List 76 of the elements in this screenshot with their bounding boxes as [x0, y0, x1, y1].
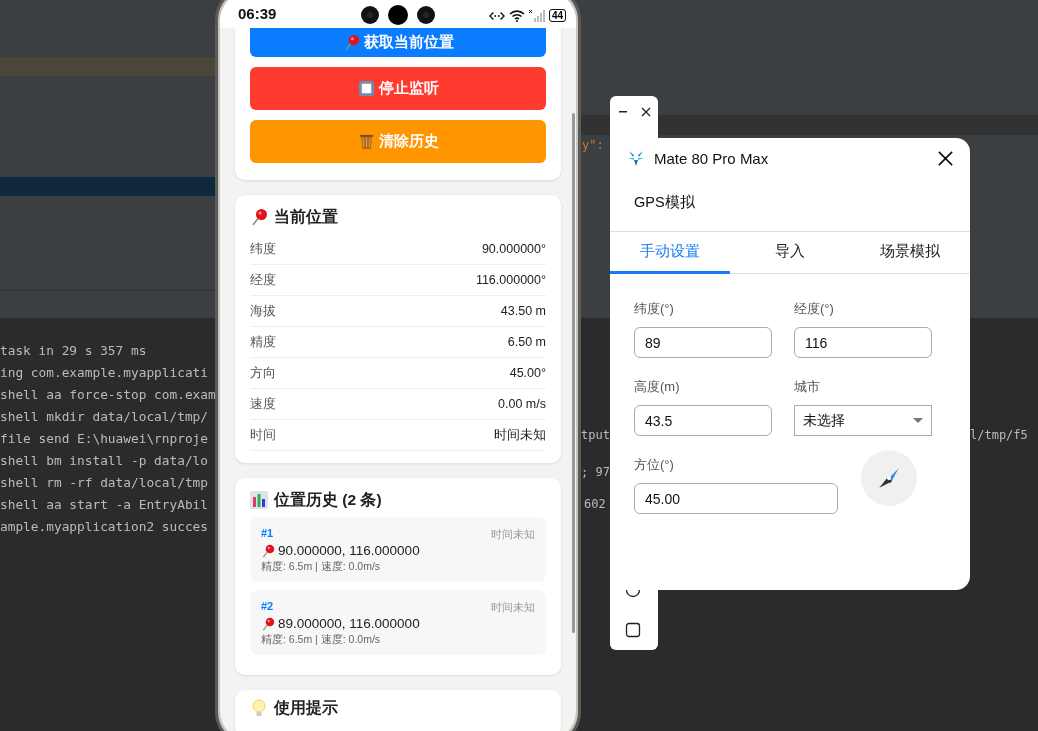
minimize-icon[interactable] — [619, 111, 627, 113]
info-value: 45.00° — [509, 366, 546, 380]
console-line: shell bm install -p data/lo — [0, 452, 209, 470]
square-icon[interactable] — [625, 622, 641, 638]
code-text: y": — [582, 138, 604, 152]
info-value: 6.50 m — [507, 335, 546, 349]
app-logo-icon — [626, 148, 646, 168]
history-coordinates: 90.000000, 116.000000 — [278, 543, 420, 558]
pin-icon — [261, 616, 275, 631]
info-label: 方向 — [250, 364, 276, 382]
city-dropdown[interactable]: 未选择 — [794, 405, 932, 436]
input-field[interactable]: 116 — [794, 327, 932, 358]
caret-icon — [913, 418, 923, 423]
action-button[interactable]: 停止监听 — [250, 67, 546, 110]
info-label: 精度 — [250, 333, 276, 351]
console-line: task in 29 s 357 ms — [0, 342, 147, 360]
bar-chart-icon — [250, 491, 268, 509]
console-line: ; 97 — [581, 465, 610, 479]
signal-icon — [528, 9, 545, 22]
field-label: 城市 — [794, 378, 821, 396]
battery-level: 44 — [548, 9, 566, 22]
close-icon[interactable] — [937, 149, 954, 167]
trash-icon — [357, 133, 375, 150]
field-label: 经度(°) — [794, 300, 835, 318]
info-label: 纬度 — [250, 240, 276, 258]
console-line: ing com.example.myapplicati — [0, 364, 209, 382]
console-line: shell rm -rf data/local/tmp — [0, 474, 209, 492]
console-line: shell mkdir data/local/tmp/ — [0, 408, 209, 426]
window-title: Mate 80 Pro Max — [654, 149, 769, 167]
info-label: 速度 — [250, 395, 276, 413]
console-line: shell aa start -a EntryAbil — [0, 496, 209, 514]
pin-icon — [342, 34, 360, 51]
stop-icon — [357, 80, 375, 97]
pin-icon — [250, 208, 268, 226]
info-value: 90.000000° — [481, 242, 546, 256]
history-index: #2 — [261, 600, 274, 614]
info-label: 时间 — [250, 426, 276, 444]
history-detail: 精度: 6.5m | 速度: 0.0m/s — [261, 560, 382, 574]
info-value: 时间未知 — [494, 426, 546, 444]
console-line: tput — [581, 428, 610, 442]
console-line: ample.myapplication2 succes — [0, 518, 209, 536]
console-line: shell aa force-stop com.exam — [0, 386, 216, 404]
field-label: 高度(m) — [634, 378, 681, 396]
history-detail: 精度: 6.5m | 速度: 0.0m/s — [261, 633, 382, 647]
tab[interactable]: 场景模拟 — [850, 232, 970, 274]
close-icon[interactable] — [641, 107, 651, 117]
info-value: 43.50 m — [500, 304, 546, 318]
history-coordinates: 89.000000, 116.000000 — [278, 616, 420, 631]
card-title: 使用提示 — [274, 697, 338, 718]
lightbulb-icon — [250, 699, 268, 717]
history-time: 时间未知 — [491, 600, 535, 615]
tab[interactable]: 导入 — [730, 232, 850, 274]
code-icon — [488, 9, 505, 22]
info-value: 0.00 m/s — [498, 397, 546, 411]
info-value: 116.000000° — [475, 273, 546, 287]
status-time: 06:39 — [238, 5, 277, 22]
camera-icon — [360, 5, 437, 25]
field-label: 纬度(°) — [634, 300, 675, 318]
action-button[interactable]: 获取当前位置 — [250, 28, 546, 57]
input-field[interactable]: 45.00 — [634, 483, 838, 514]
console-line: 602 — [584, 497, 606, 511]
card-title: 当前位置 — [274, 206, 338, 227]
info-label: 经度 — [250, 271, 276, 289]
console-line: file send E:\huawei\rnproje — [0, 430, 209, 448]
history-index: #1 — [261, 527, 274, 541]
info-label: 海拔 — [250, 302, 276, 320]
input-field[interactable]: 89 — [634, 327, 772, 358]
history-time: 时间未知 — [491, 527, 535, 542]
tab[interactable]: 手动设置 — [610, 232, 730, 274]
wifi-icon — [508, 9, 525, 22]
section-title: GPS模拟 — [610, 178, 970, 232]
console-line: l/tmp/f5 — [970, 428, 1028, 442]
card-title: 位置历史 (2 条) — [274, 489, 382, 510]
field-label: 方位(°) — [634, 456, 675, 474]
pin-icon — [261, 543, 275, 558]
input-field[interactable]: 43.5 — [634, 405, 772, 436]
